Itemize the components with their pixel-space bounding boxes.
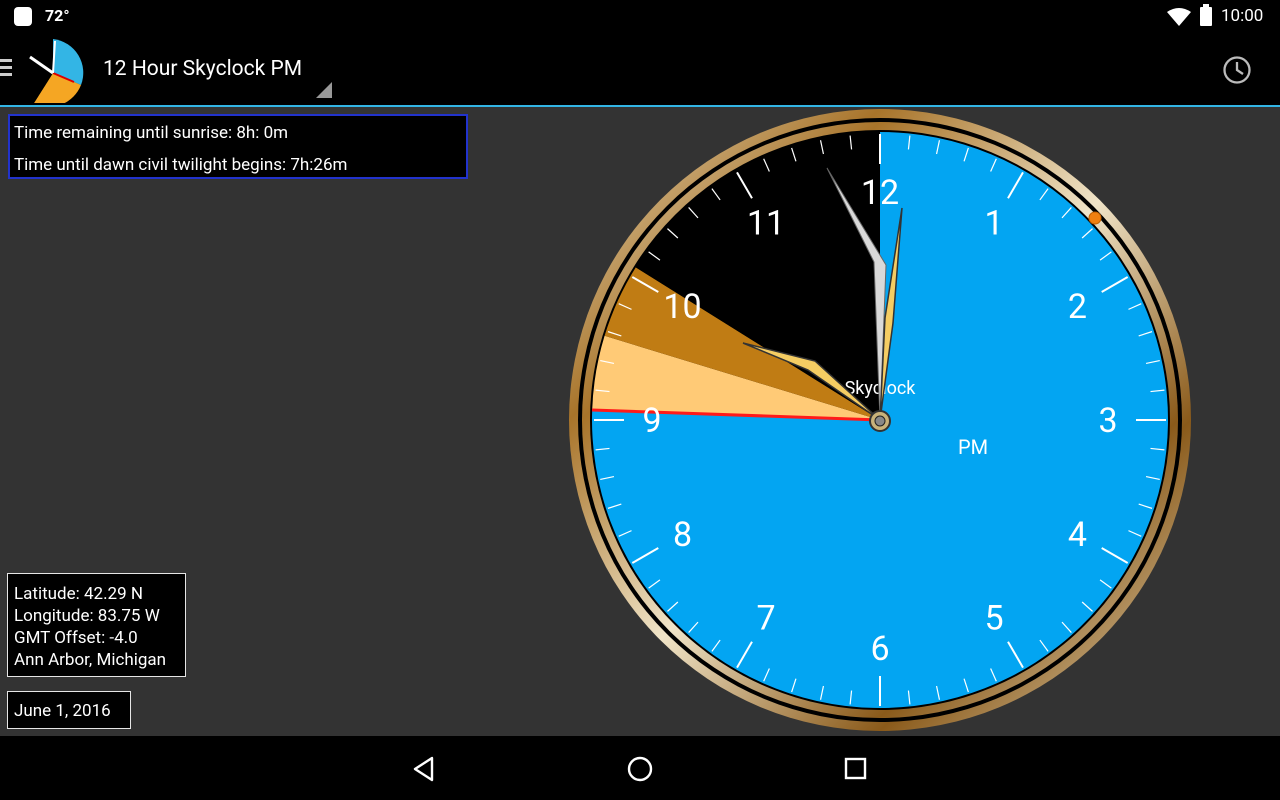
twilight-remaining-text: Time until dawn civil twilight begins: 7… xyxy=(14,155,348,175)
gmt-offset-text: GMT Offset: -4.0 xyxy=(14,628,138,648)
hour-numeral-8: 8 xyxy=(673,515,692,555)
notification-square-icon xyxy=(14,7,32,26)
clock-period-label: PM xyxy=(958,435,988,459)
date-panel: June 1, 2016 xyxy=(7,691,131,729)
recents-icon[interactable] xyxy=(844,757,868,781)
hour-numeral-9: 9 xyxy=(642,401,661,441)
drawer-menu-icon[interactable] xyxy=(0,57,14,77)
hour-numeral-3: 3 xyxy=(1098,401,1117,441)
location-panel: Latitude: 42.29 N Longitude: 83.75 W GMT… xyxy=(7,573,186,677)
home-icon[interactable] xyxy=(626,755,654,783)
sun-marker-icon xyxy=(1088,211,1102,225)
longitude-text: Longitude: 83.75 W xyxy=(14,606,160,626)
time-remaining-panel: Time remaining until sunrise: 8h: 0m Tim… xyxy=(8,114,468,179)
hour-numeral-10: 10 xyxy=(663,287,701,327)
date-text: June 1, 2016 xyxy=(14,701,111,721)
status-time: 10:00 xyxy=(1221,6,1264,26)
hour-numeral-4: 4 xyxy=(1068,515,1087,555)
app-title[interactable]: 12 Hour Skyclock PM xyxy=(103,57,302,81)
status-bar: 72° 10:00 xyxy=(0,0,1280,33)
place-text: Ann Arbor, Michigan xyxy=(14,650,167,670)
spinner-dropdown-icon[interactable] xyxy=(316,82,332,98)
sunrise-remaining-text: Time remaining until sunrise: 8h: 0m xyxy=(14,123,289,143)
hour-numeral-6: 6 xyxy=(870,629,889,669)
latitude-text: Latitude: 42.29 N xyxy=(14,584,144,604)
wifi-icon xyxy=(1167,8,1191,26)
navigation-bar xyxy=(0,736,1280,800)
battery-icon xyxy=(1200,4,1212,26)
temperature: 72° xyxy=(45,6,70,25)
clock-action-icon[interactable] xyxy=(1222,55,1252,85)
app-logo-icon[interactable] xyxy=(22,37,84,103)
hour-numeral-5: 5 xyxy=(984,598,1003,638)
hour-numeral-2: 2 xyxy=(1068,287,1087,327)
back-icon[interactable] xyxy=(412,756,436,782)
hour-numeral-11: 11 xyxy=(747,204,785,244)
hour-numeral-7: 7 xyxy=(756,598,775,638)
app-bar: 12 Hour Skyclock PM xyxy=(0,33,1280,105)
hour-numeral-1: 1 xyxy=(984,204,1003,244)
clock-center-pin xyxy=(874,415,886,427)
skyclock-dial: 121234567891011 Skyclock PM xyxy=(569,109,1191,731)
hour-numeral-12: 12 xyxy=(861,173,899,213)
